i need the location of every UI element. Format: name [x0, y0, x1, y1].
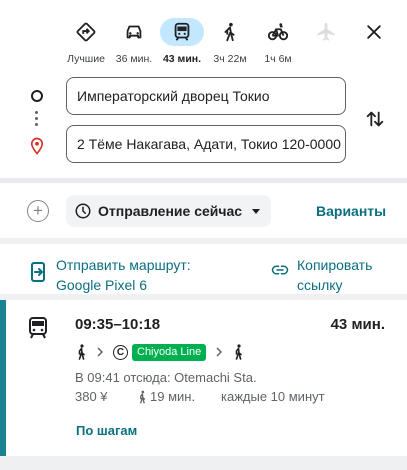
- flight-icon: [304, 18, 348, 46]
- link-icon: [271, 265, 289, 275]
- walk-icon: [208, 18, 252, 46]
- depart-time-dropdown[interactable]: Отправление сейчас: [66, 195, 271, 227]
- chevron-down-icon: [252, 209, 261, 214]
- destination-input[interactable]: 2 Тёме Накагава, Адати, Токио 120-0000: [66, 125, 346, 163]
- plus-icon: +: [33, 201, 43, 220]
- send-line-1: Отправить маршрут:: [56, 257, 191, 273]
- swap-icon: [366, 111, 384, 127]
- close-icon: [367, 25, 381, 39]
- add-stop-button[interactable]: +: [27, 200, 49, 222]
- divider: [0, 456, 407, 470]
- details-button[interactable]: По шагам: [76, 423, 137, 438]
- transit-icon: [160, 18, 204, 46]
- mode-bicycle[interactable]: 1ч 6м: [253, 14, 303, 66]
- divider: [0, 238, 407, 244]
- fare: 380 ¥: [75, 389, 108, 404]
- chevron-right-icon: [97, 347, 104, 357]
- clock-icon: [75, 203, 91, 219]
- best-route-icon: [64, 18, 108, 46]
- send-line-2: Google Pixel 6: [56, 277, 148, 293]
- destination-pin-icon: [30, 137, 44, 155]
- send-to-phone-link[interactable]: Отправить маршрут: Google Pixel 6: [56, 255, 191, 295]
- walk-icon: [235, 344, 243, 360]
- mode-flight[interactable]: [301, 14, 351, 66]
- origin-input[interactable]: Императорский дворец Токио: [66, 77, 346, 115]
- line-badge: Chiyoda Line: [132, 343, 207, 361]
- origin-marker-icon: [31, 90, 43, 102]
- route-steps: C Chiyoda Line: [75, 342, 244, 362]
- train-icon: [29, 317, 47, 339]
- send-to-phone-icon: [31, 262, 45, 282]
- walk-icon: [140, 390, 146, 403]
- walk-time-value: 19 мин.: [150, 389, 196, 404]
- divider: [0, 178, 407, 183]
- copy-line-2: ссылку: [297, 277, 343, 293]
- travel-mode-bar: Лучшие 36 мин. 43 мин. 3ч 22м 1ч 6м: [0, 0, 407, 70]
- departure-info: В 09:41 отсюда: Otemachi Sta.: [75, 370, 257, 385]
- chevron-right-icon: [216, 347, 223, 357]
- copy-link-button[interactable]: Копировать ссылку: [297, 255, 372, 295]
- metro-logo-icon: C: [113, 344, 128, 360]
- route-time-range: 09:35–10:18: [75, 316, 161, 333]
- walk-icon: [78, 344, 85, 360]
- options-button[interactable]: Варианты: [316, 203, 386, 219]
- frequency: каждые 10 минут: [221, 389, 325, 404]
- car-icon: [112, 18, 156, 46]
- depart-label: Отправление сейчас: [98, 203, 243, 219]
- swap-button[interactable]: [362, 106, 388, 132]
- bicycle-icon: [256, 18, 300, 46]
- selected-route-indicator: [0, 300, 6, 456]
- route-duration: 43 мин.: [330, 316, 385, 333]
- route-card[interactable]: 09:35–10:18 43 мин. C Chiyoda Line В 09:…: [0, 300, 407, 456]
- close-button[interactable]: [360, 18, 388, 46]
- walk-time: 19 мин.: [137, 389, 195, 404]
- route-dots-icon: [35, 111, 39, 127]
- copy-line-1: Копировать: [297, 257, 373, 273]
